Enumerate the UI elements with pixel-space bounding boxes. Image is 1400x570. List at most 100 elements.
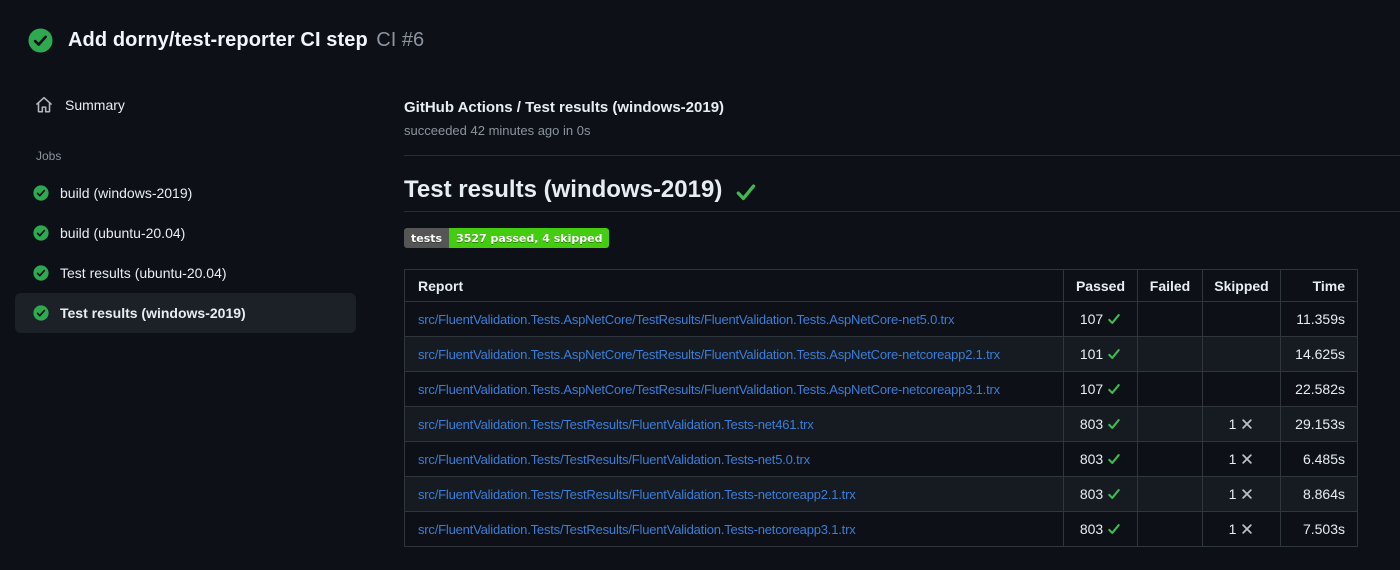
report-link[interactable]: src/FluentValidation.Tests/TestResults/F… bbox=[418, 452, 810, 467]
passed-cell: 107 bbox=[1063, 371, 1138, 407]
section-header: Test results (windows-2019) bbox=[404, 176, 1400, 212]
sidebar-item-job-3[interactable]: Test results (windows-2019) bbox=[15, 293, 356, 333]
passed-cell: 803 bbox=[1063, 406, 1138, 442]
passed-check-icon bbox=[1108, 524, 1120, 534]
skipped-cell bbox=[1202, 336, 1281, 372]
sidebar: Summary Jobs build (windows-2019) build (… bbox=[0, 88, 392, 333]
badge-value: 3527 passed, 4 skipped bbox=[449, 228, 610, 248]
check-circle-icon bbox=[33, 225, 49, 241]
skipped-x-icon bbox=[1242, 419, 1253, 429]
time-cell: 14.625s bbox=[1280, 336, 1358, 372]
check-run-status: succeeded 42 minutes ago in 0s bbox=[404, 123, 591, 138]
section-title: Test results (windows-2019) bbox=[404, 176, 723, 203]
badge-label: tests bbox=[404, 228, 450, 248]
passed-check-icon bbox=[1108, 349, 1120, 359]
skipped-cell: 1 bbox=[1202, 511, 1281, 547]
failed-cell bbox=[1137, 301, 1203, 337]
badge-row: tests 3527 passed, 4 skipped bbox=[404, 228, 1400, 248]
jobs-section-label: Jobs bbox=[36, 149, 62, 163]
passed-cell: 803 bbox=[1063, 441, 1138, 477]
failed-cell bbox=[1137, 406, 1203, 442]
passed-check-icon bbox=[1108, 314, 1120, 324]
skipped-x-icon bbox=[1242, 489, 1253, 499]
job-label: build (ubuntu-20.04) bbox=[60, 225, 186, 241]
report-cell: src/FluentValidation.Tests/TestResults/F… bbox=[404, 511, 1064, 547]
page-title: Add dorny/test-reporter CI step bbox=[68, 29, 368, 51]
skipped-cell bbox=[1202, 371, 1281, 407]
skipped-cell: 1 bbox=[1202, 476, 1281, 512]
report-link[interactable]: src/FluentValidation.Tests/TestResults/F… bbox=[418, 417, 814, 432]
failed-cell bbox=[1137, 476, 1203, 512]
check-circle-icon bbox=[33, 185, 49, 201]
skipped-x-icon bbox=[1242, 454, 1253, 464]
sidebar-item-summary[interactable]: Summary bbox=[0, 88, 392, 122]
job-label: Test results (windows-2019) bbox=[60, 305, 246, 321]
main-content: GitHub Actions / Test results (windows-2… bbox=[404, 98, 1400, 547]
passed-check-icon bbox=[1108, 489, 1120, 499]
run-number: CI #6 bbox=[376, 29, 425, 51]
report-link[interactable]: src/FluentValidation.Tests.AspNetCore/Te… bbox=[418, 312, 955, 327]
time-cell: 7.503s bbox=[1280, 511, 1358, 547]
report-cell: src/FluentValidation.Tests/TestResults/F… bbox=[404, 441, 1064, 477]
table-row: src/FluentValidation.Tests/TestResults/F… bbox=[404, 511, 1358, 547]
job-label: Test results (ubuntu-20.04) bbox=[60, 265, 227, 281]
passed-cell: 803 bbox=[1063, 476, 1138, 512]
table-row: src/FluentValidation.Tests/TestResults/F… bbox=[404, 441, 1358, 477]
sidebar-item-job-2[interactable]: Test results (ubuntu-20.04) bbox=[15, 253, 356, 293]
report-cell: src/FluentValidation.Tests/TestResults/F… bbox=[404, 476, 1064, 512]
time-cell: 29.153s bbox=[1280, 406, 1358, 442]
time-cell: 22.582s bbox=[1280, 371, 1358, 407]
passed-cell: 803 bbox=[1063, 511, 1138, 547]
jobs-list: build (windows-2019) build (ubuntu-20.04)… bbox=[0, 173, 392, 333]
failed-cell bbox=[1137, 371, 1203, 407]
column-header-report: Report bbox=[404, 269, 1064, 302]
column-header-failed: Failed bbox=[1137, 269, 1203, 302]
run-header: Add dorny/test-reporter CI step CI #6 bbox=[28, 28, 424, 53]
check-circle-icon bbox=[33, 305, 49, 321]
skipped-cell: 1 bbox=[1202, 406, 1281, 442]
success-check-icon bbox=[736, 183, 756, 200]
table-header-row: Report Passed Failed Skipped Time bbox=[404, 269, 1358, 302]
sidebar-item-job-0[interactable]: build (windows-2019) bbox=[15, 173, 356, 213]
passed-check-icon bbox=[1108, 419, 1120, 429]
report-link[interactable]: src/FluentValidation.Tests.AspNetCore/Te… bbox=[418, 382, 1000, 397]
report-link[interactable]: src/FluentValidation.Tests.AspNetCore/Te… bbox=[418, 347, 1000, 362]
failed-cell bbox=[1137, 336, 1203, 372]
sidebar-item-job-1[interactable]: build (ubuntu-20.04) bbox=[15, 213, 356, 253]
check-circle-icon bbox=[28, 28, 53, 53]
skipped-cell bbox=[1202, 301, 1281, 337]
passed-cell: 107 bbox=[1063, 301, 1138, 337]
table-row: src/FluentValidation.Tests.AspNetCore/Te… bbox=[404, 371, 1358, 407]
report-cell: src/FluentValidation.Tests/TestResults/F… bbox=[404, 406, 1064, 442]
time-cell: 11.359s bbox=[1280, 301, 1358, 337]
passed-check-icon bbox=[1108, 454, 1120, 464]
column-header-passed: Passed bbox=[1063, 269, 1138, 302]
skipped-cell: 1 bbox=[1202, 441, 1281, 477]
table-row: src/FluentValidation.Tests/TestResults/F… bbox=[404, 476, 1358, 512]
report-cell: src/FluentValidation.Tests.AspNetCore/Te… bbox=[404, 371, 1064, 407]
report-link[interactable]: src/FluentValidation.Tests/TestResults/F… bbox=[418, 522, 856, 537]
table-row: src/FluentValidation.Tests.AspNetCore/Te… bbox=[404, 336, 1358, 372]
job-label: build (windows-2019) bbox=[60, 185, 193, 201]
check-run-name: GitHub Actions / Test results (windows-2… bbox=[404, 99, 725, 116]
check-circle-icon bbox=[33, 265, 49, 281]
home-icon bbox=[36, 96, 52, 113]
table-row: src/FluentValidation.Tests/TestResults/F… bbox=[404, 406, 1358, 442]
passed-check-icon bbox=[1108, 384, 1120, 394]
report-cell: src/FluentValidation.Tests.AspNetCore/Te… bbox=[404, 301, 1064, 337]
test-results-table: Report Passed Failed Skipped Time src/Fl… bbox=[404, 269, 1358, 547]
column-header-skipped: Skipped bbox=[1202, 269, 1281, 302]
report-cell: src/FluentValidation.Tests.AspNetCore/Te… bbox=[404, 336, 1064, 372]
column-header-time: Time bbox=[1280, 269, 1358, 302]
divider bbox=[404, 155, 1400, 156]
report-link[interactable]: src/FluentValidation.Tests/TestResults/F… bbox=[418, 487, 856, 502]
table-row: src/FluentValidation.Tests.AspNetCore/Te… bbox=[404, 301, 1358, 337]
time-cell: 6.485s bbox=[1280, 441, 1358, 477]
passed-cell: 101 bbox=[1063, 336, 1138, 372]
failed-cell bbox=[1137, 441, 1203, 477]
failed-cell bbox=[1137, 511, 1203, 547]
time-cell: 8.864s bbox=[1280, 476, 1358, 512]
sidebar-item-label: Summary bbox=[65, 97, 125, 113]
tests-badge: tests 3527 passed, 4 skipped bbox=[404, 228, 610, 248]
skipped-x-icon bbox=[1242, 524, 1253, 534]
